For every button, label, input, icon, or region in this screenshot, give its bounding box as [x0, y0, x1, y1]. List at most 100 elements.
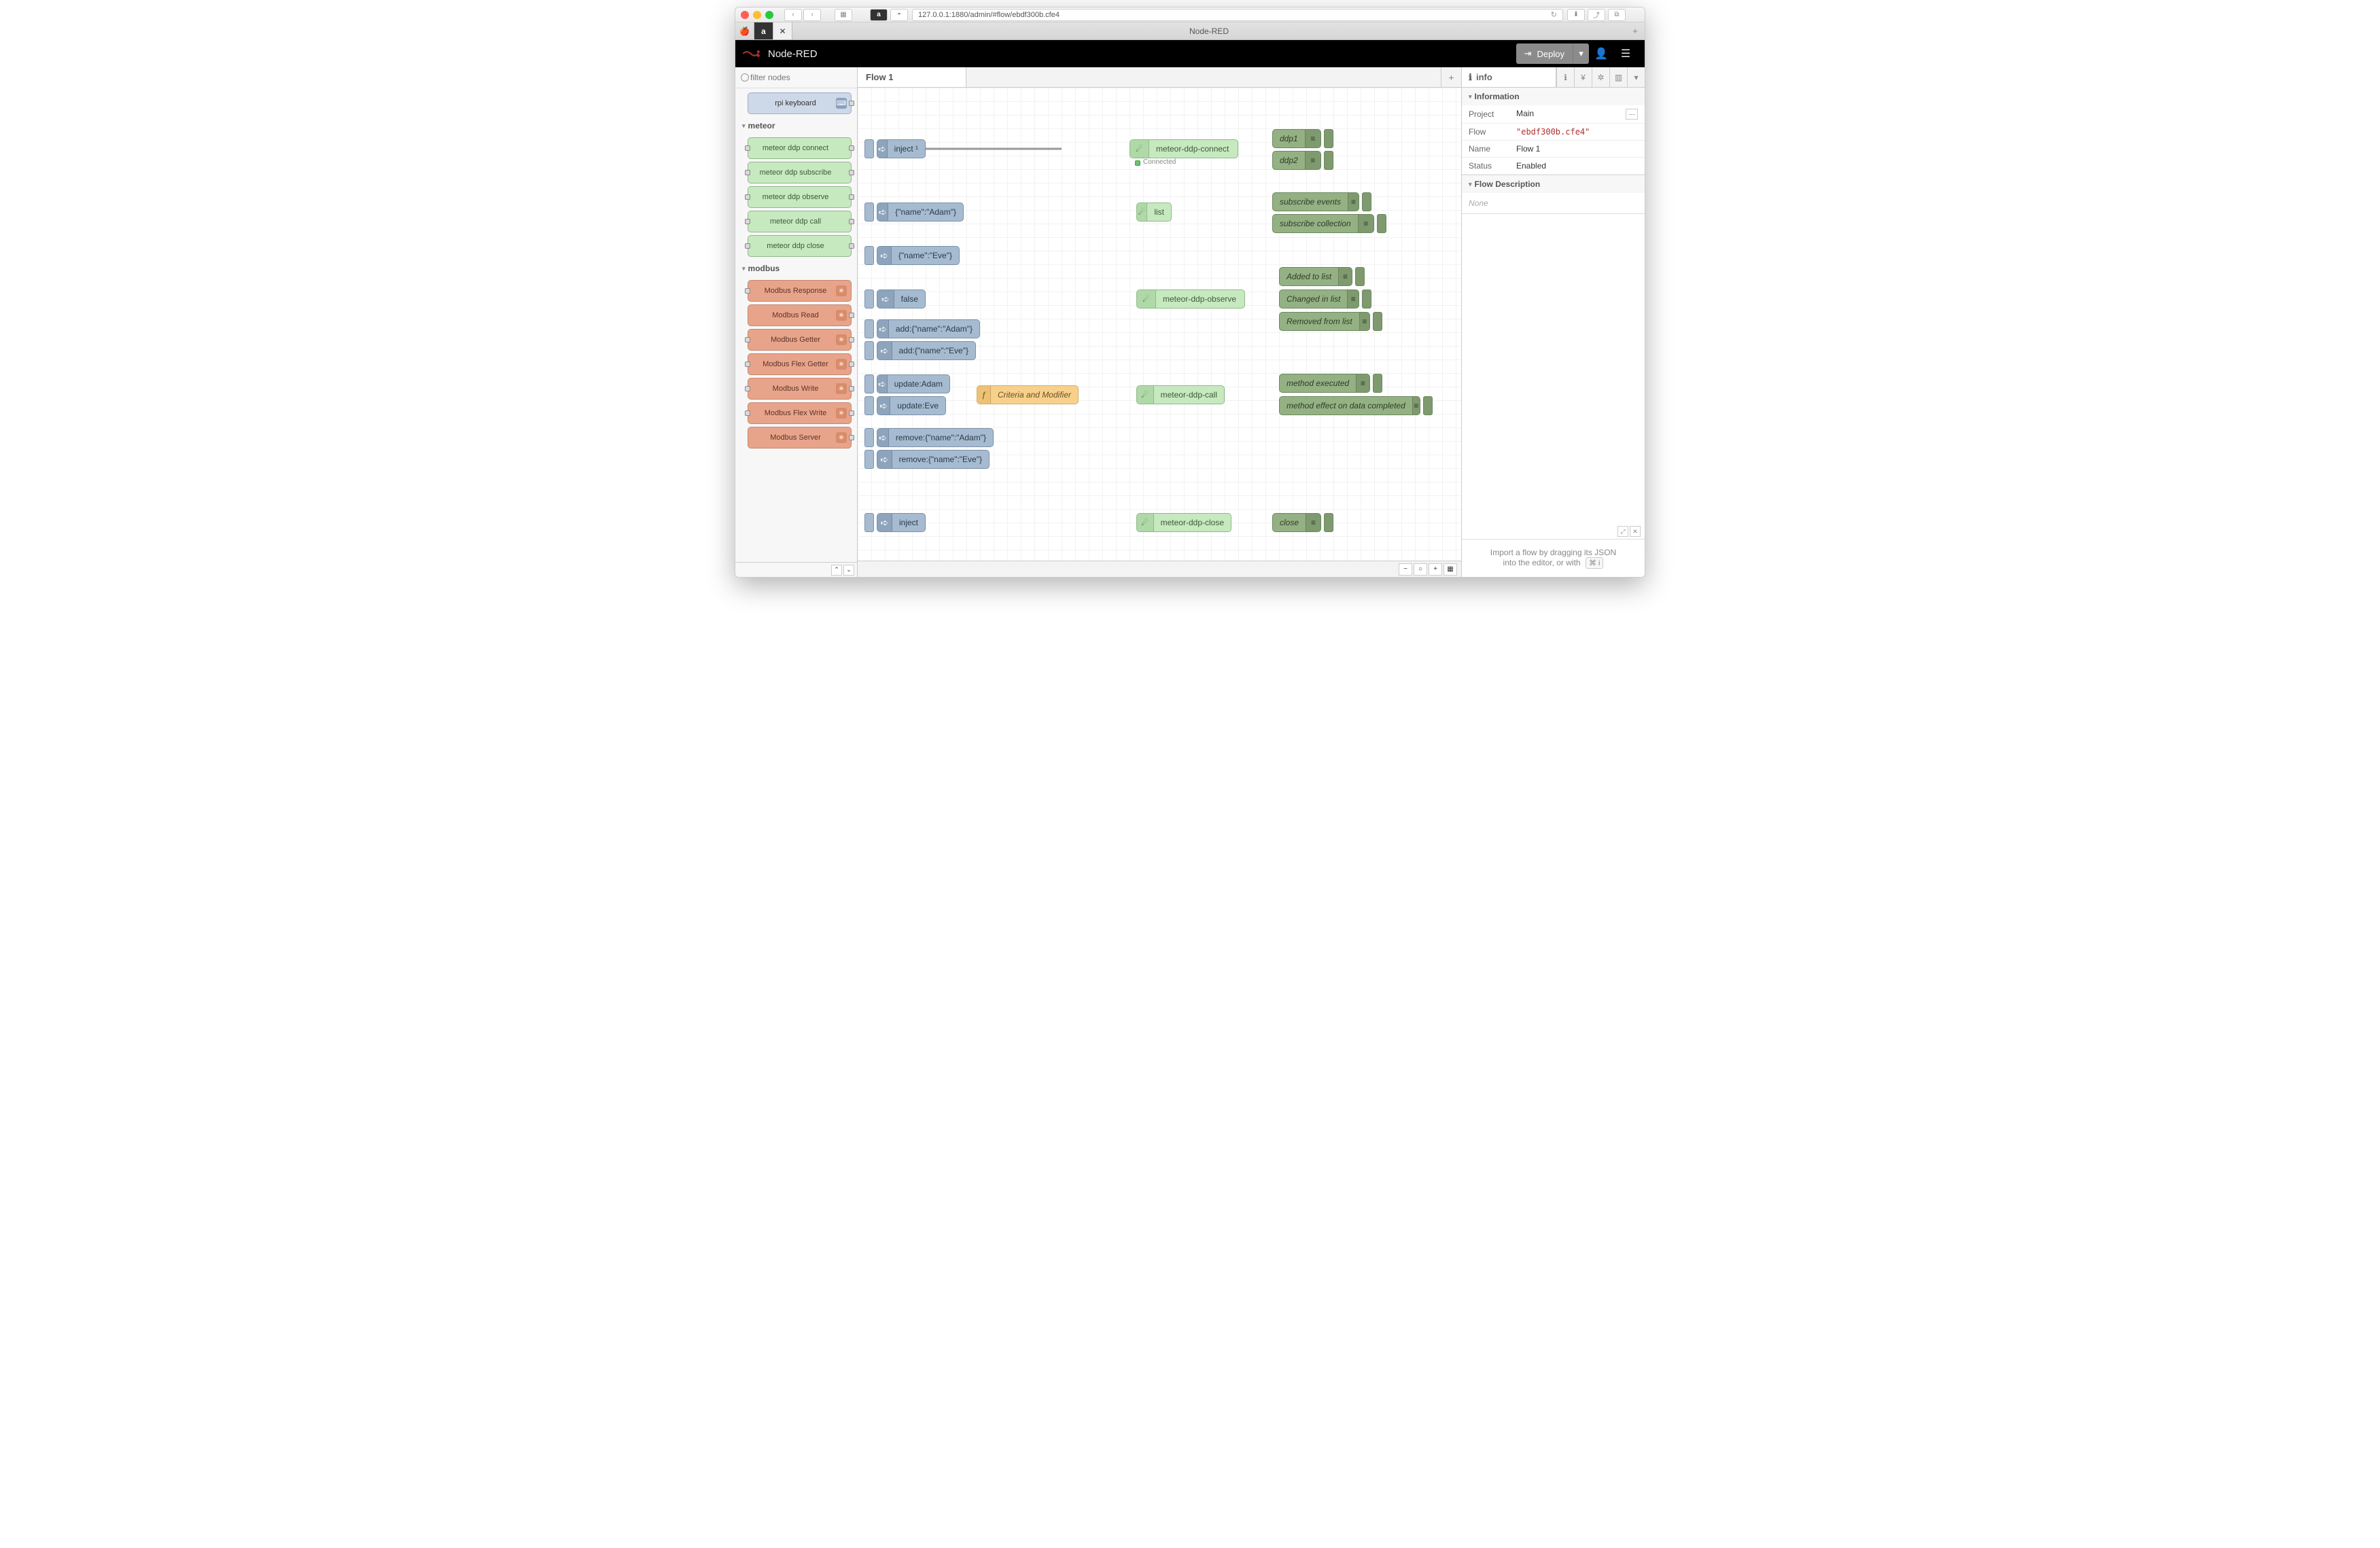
inject-trigger-button[interactable] — [864, 513, 874, 532]
node-ddp-connect[interactable]: ☄meteor-ddp-connect — [1130, 139, 1238, 158]
node-inject-false[interactable]: ➪false — [877, 289, 926, 309]
download-button[interactable]: ⬇ — [1567, 9, 1585, 21]
inject-trigger-button[interactable] — [864, 374, 874, 393]
debug-toggle-button[interactable] — [1324, 151, 1333, 170]
node-inject-upd-adam[interactable]: ➪update:Adam — [877, 374, 950, 393]
debug-toggle-button[interactable] — [1373, 374, 1382, 393]
inject-trigger-button[interactable] — [864, 289, 874, 309]
debug-toggle-button[interactable] — [1362, 192, 1371, 211]
zoom-in-button[interactable]: + — [1429, 563, 1442, 576]
tips-close-button[interactable]: ✕ — [1630, 526, 1641, 537]
palette-node-modbus-flex-write[interactable]: Modbus Flex Write✳ — [748, 402, 852, 424]
sidebar-tab-menu[interactable]: ▾ — [1627, 67, 1645, 87]
node-debug-ddp1[interactable]: ddp1≡ — [1272, 129, 1321, 148]
node-inject-rem-eve[interactable]: ➪remove:{"name":"Eve"} — [877, 450, 990, 469]
close-window-icon[interactable] — [741, 11, 749, 19]
inject-trigger-button[interactable] — [864, 396, 874, 415]
deploy-menu-button[interactable]: ▾ — [1573, 43, 1589, 64]
node-debug-method-effect[interactable]: method effect on data completed≡ — [1279, 396, 1420, 415]
menu-icon[interactable]: ☰ — [1613, 43, 1638, 64]
node-ddp-call[interactable]: ☄meteor-ddp-call — [1136, 385, 1225, 404]
node-debug-sub-events[interactable]: subscribe events≡ — [1272, 192, 1359, 211]
palette-node-rpi-keyboard[interactable]: rpi keyboard ⌨ — [748, 92, 852, 114]
palette-node-modbus-read[interactable]: Modbus Read✳ — [748, 304, 852, 326]
palette-expand-button[interactable]: ⌄ — [843, 565, 854, 576]
debug-toggle-button[interactable] — [1373, 312, 1382, 331]
tabs-button[interactable]: ⧉ — [1608, 9, 1626, 21]
maximize-window-icon[interactable] — [765, 11, 773, 19]
sidebar-tab-config[interactable]: ✲ — [1592, 67, 1609, 87]
node-function-criteria[interactable]: ƒCriteria and Modifier — [977, 385, 1079, 404]
debug-toggle-button[interactable] — [1324, 129, 1333, 148]
inject-trigger-button[interactable] — [864, 246, 874, 265]
debug-toggle-button[interactable] — [1377, 214, 1386, 233]
palette-node-meteor-call[interactable]: meteor ddp call — [748, 211, 852, 232]
node-debug-method-exec[interactable]: method executed≡ — [1279, 374, 1370, 393]
fav-amazon-icon[interactable]: a — [754, 22, 773, 39]
inject-trigger-button[interactable] — [864, 203, 874, 222]
node-debug-ddp2[interactable]: ddp2≡ — [1272, 151, 1321, 170]
palette-node-meteor-subscribe[interactable]: meteor ddp subscribe — [748, 162, 852, 183]
inject-trigger-button[interactable] — [864, 450, 874, 469]
active-tab[interactable]: ✕ — [773, 22, 792, 39]
section-information[interactable]: Information — [1462, 88, 1645, 105]
zoom-reset-button[interactable]: ○ — [1414, 563, 1427, 576]
sidebar-tab-help[interactable]: ℹ — [1556, 67, 1574, 87]
inject-trigger-button[interactable] — [864, 319, 874, 338]
palette-collapse-button[interactable]: ⌃ — [831, 565, 842, 576]
new-tab-button[interactable]: + — [1626, 26, 1645, 36]
palette-node-meteor-connect[interactable]: meteor ddp connect — [748, 137, 852, 159]
user-icon[interactable]: 👤 — [1589, 43, 1613, 64]
node-debug-removed[interactable]: Removed from list≡ — [1279, 312, 1370, 331]
node-list[interactable]: ☄list — [1136, 203, 1172, 222]
node-ddp-observe[interactable]: ☄meteor-ddp-observe — [1136, 289, 1245, 309]
node-debug-changed[interactable]: Changed in list≡ — [1279, 289, 1359, 309]
palette-node-modbus-flex-getter[interactable]: Modbus Flex Getter✳ — [748, 353, 852, 375]
palette-filter-input[interactable] — [738, 70, 854, 85]
inject-trigger-button[interactable] — [864, 139, 874, 158]
section-flow-description[interactable]: Flow Description — [1462, 175, 1645, 193]
ext-icon-2[interactable]: ◓ — [890, 9, 908, 21]
debug-toggle-button[interactable] — [1324, 513, 1333, 532]
nav-forward-button[interactable]: › — [803, 9, 821, 21]
zoom-out-button[interactable]: − — [1399, 563, 1412, 576]
ext-icon-1[interactable]: a — [870, 9, 888, 21]
inject-trigger-button[interactable] — [864, 341, 874, 360]
navigator-button[interactable]: ▦ — [1443, 563, 1457, 576]
deploy-button[interactable]: ⇥ Deploy — [1516, 43, 1573, 64]
palette-node-modbus-server[interactable]: Modbus Server✳ — [748, 427, 852, 448]
debug-toggle-button[interactable] — [1355, 267, 1365, 286]
palette-node-modbus-getter[interactable]: Modbus Getter✳ — [748, 329, 852, 351]
palette-node-modbus-response[interactable]: Modbus Response✳ — [748, 280, 852, 302]
share-button[interactable]: ⤴ — [1588, 9, 1605, 21]
nav-back-button[interactable]: ‹ — [784, 9, 802, 21]
sidebar-tab-dashboard[interactable]: ▥ — [1609, 67, 1627, 87]
palette-node-meteor-close[interactable]: meteor ddp close — [748, 235, 852, 257]
node-inject-rem-adam[interactable]: ➪remove:{"name":"Adam"} — [877, 428, 994, 447]
node-debug-sub-coll[interactable]: subscribe collection≡ — [1272, 214, 1374, 233]
node-debug-close[interactable]: close≡ — [1272, 513, 1321, 532]
node-inject-eve[interactable]: ➪{"name":"Eve"} — [877, 246, 960, 265]
palette-category-meteor[interactable]: meteor — [735, 117, 857, 135]
minimize-window-icon[interactable] — [753, 11, 761, 19]
debug-toggle-button[interactable] — [1423, 396, 1433, 415]
project-menu-button[interactable]: ⋯ — [1626, 109, 1638, 120]
node-inject-adam[interactable]: ➪{"name":"Adam"} — [877, 203, 964, 222]
inject-trigger-button[interactable] — [864, 428, 874, 447]
node-inject-add-eve[interactable]: ➪add:{"name":"Eve"} — [877, 341, 976, 360]
palette-node-modbus-write[interactable]: Modbus Write✳ — [748, 378, 852, 400]
debug-toggle-button[interactable] — [1362, 289, 1371, 309]
sidebar-toggle-button[interactable]: ▦ — [835, 9, 852, 21]
node-ddp-close[interactable]: ☄meteor-ddp-close — [1136, 513, 1231, 532]
node-inject-upd-eve[interactable]: ➪update:Eve — [877, 396, 946, 415]
flow-tab[interactable]: Flow 1 — [858, 67, 966, 87]
palette-category-modbus[interactable]: modbus — [735, 260, 857, 277]
node-debug-added[interactable]: Added to list≡ — [1279, 267, 1352, 286]
fav-apple-icon[interactable]: 🍎 — [735, 22, 754, 39]
palette-node-meteor-observe[interactable]: meteor ddp observe — [748, 186, 852, 208]
tips-expand-button[interactable]: ⤢ — [1617, 526, 1628, 537]
sidebar-tab-info[interactable]: ℹ info — [1462, 67, 1556, 87]
node-inject[interactable]: ➪inject ¹ — [877, 139, 926, 158]
url-field[interactable]: 127.0.0.1:1880/admin/#flow/ebdf300b.cfe4… — [912, 9, 1563, 21]
add-flow-button[interactable]: + — [1441, 67, 1461, 87]
